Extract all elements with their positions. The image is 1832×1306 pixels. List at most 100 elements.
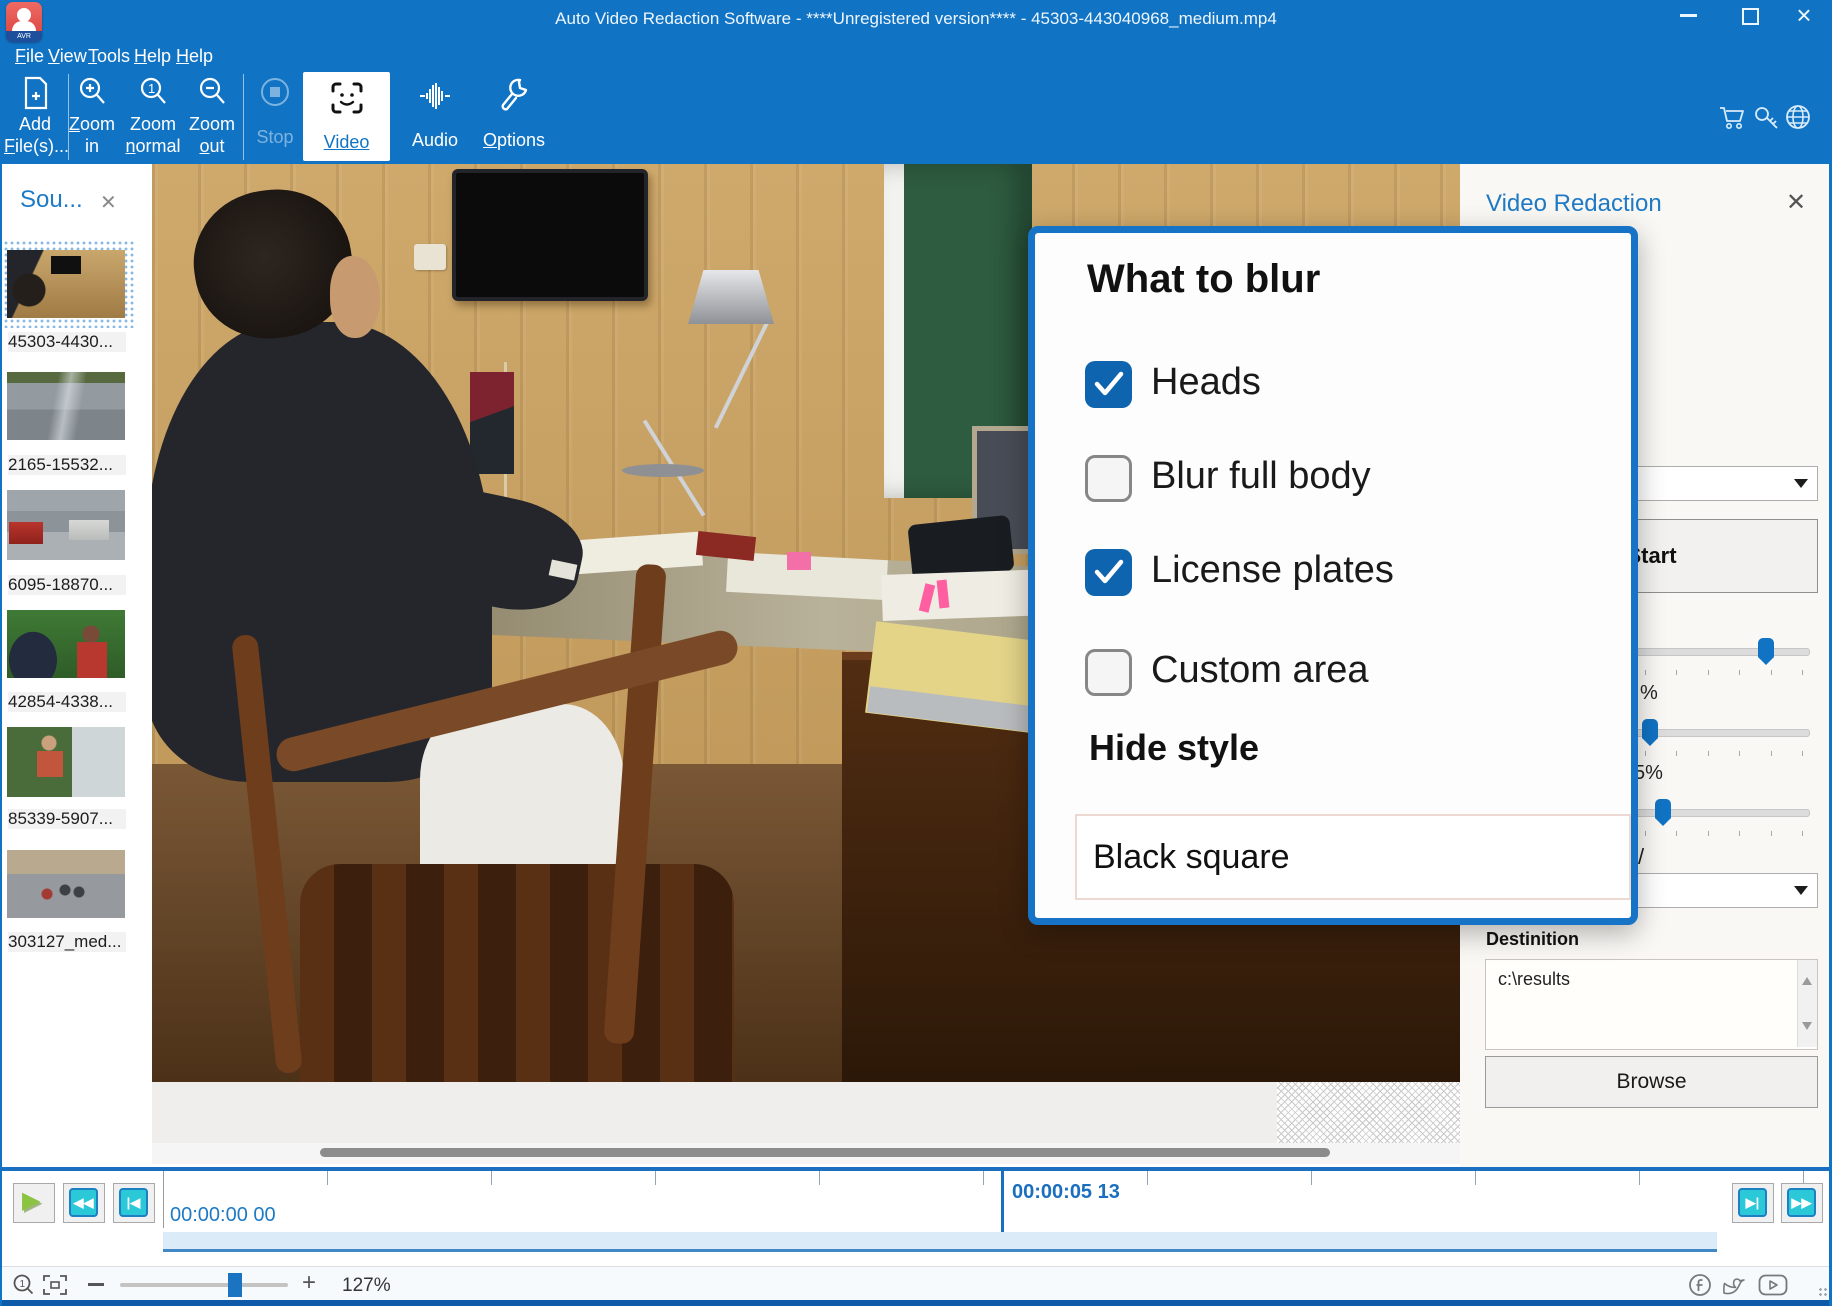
source-thumbnail-6[interactable] — [7, 850, 125, 918]
slider-2-value-fragment: 5% — [1634, 762, 1663, 785]
options-tab-button[interactable]: Options — [478, 72, 550, 164]
label-fragment-slash: / — [1638, 844, 1644, 870]
app-badge: AVR — [6, 31, 42, 42]
zoom-out-button[interactable]: Zoom out — [186, 72, 238, 164]
scroll-up-icon[interactable] — [1802, 972, 1812, 985]
blur-option-2-checkbox[interactable] — [1085, 549, 1132, 596]
resize-grip[interactable] — [1818, 1287, 1828, 1297]
cursor-time: 00:00:05 13 — [1012, 1181, 1120, 1204]
maximize-button[interactable] — [1742, 8, 1759, 25]
video-tab-button[interactable]: Video — [303, 72, 390, 161]
zoom-in-icon — [77, 76, 107, 108]
zoom-in-button[interactable]: Zoom in — [64, 72, 120, 164]
source-thumbnail-2[interactable] — [7, 372, 125, 440]
fast-forward-button[interactable]: ▶▶ — [1781, 1183, 1823, 1223]
video-tab-label: Video — [303, 132, 390, 153]
menu-help-2[interactable]: Help — [176, 44, 213, 68]
stop-icon — [259, 76, 291, 108]
svg-text:1: 1 — [148, 81, 155, 96]
play-button[interactable]: ▶ — [13, 1183, 55, 1223]
menu-tools[interactable]: Tools — [88, 44, 130, 68]
source-label-1: 45303-4430... — [8, 332, 126, 352]
sources-panel-close-icon[interactable]: ✕ — [100, 190, 117, 215]
menu-help[interactable]: Help — [134, 44, 171, 68]
fit-to-screen-icon[interactable] — [42, 1274, 68, 1296]
hide-style-value: Black square — [1093, 816, 1290, 898]
source-item-2[interactable]: 2165-15532... — [7, 372, 125, 440]
source-item-6[interactable]: 303127_med... — [7, 850, 125, 918]
source-label-5: 85339-5907... — [8, 809, 126, 829]
add-file-icon — [22, 76, 50, 110]
source-thumbnail-5[interactable] — [7, 727, 125, 797]
rewind-button[interactable]: ◀◀ — [63, 1183, 105, 1223]
current-time: 00:00:00 00 — [170, 1204, 276, 1227]
hide-style-dropdown[interactable]: Black square — [1075, 814, 1631, 900]
destination-scrollbar[interactable] — [1797, 960, 1817, 1047]
popup-title: What to blur — [1087, 257, 1320, 302]
twitter-icon[interactable] — [1722, 1274, 1750, 1296]
zoom-slider-thumb[interactable] — [228, 1273, 242, 1297]
add-files-button[interactable]: Add File(s)... — [4, 72, 66, 164]
waveform-icon — [418, 80, 452, 112]
timeline[interactable]: ▶ ◀◀ |◀ 00:00:00 00 00:00:05 13 ▶| ▶▶ — [0, 1171, 1832, 1232]
skip-start-icon: |◀ — [119, 1188, 148, 1217]
face-scan-icon — [330, 80, 364, 116]
panel-title: Video Redaction — [1486, 190, 1662, 218]
source-thumbnail-3[interactable] — [7, 490, 125, 560]
rewind-icon: ◀◀ — [69, 1188, 98, 1217]
facebook-icon[interactable] — [1688, 1273, 1712, 1297]
zoom-level: 127% — [342, 1275, 391, 1297]
zoom-out-icon — [197, 76, 227, 108]
source-item-5[interactable]: 85339-5907... — [7, 727, 125, 797]
zoom-reset-icon[interactable]: 1 — [12, 1273, 36, 1297]
play-icon: ▶ — [22, 1186, 40, 1215]
destination-textbox[interactable]: c:\results — [1485, 959, 1818, 1050]
horizontal-scrollbar[interactable] — [152, 1143, 1460, 1164]
browse-button[interactable]: Browse — [1485, 1056, 1818, 1108]
youtube-icon[interactable] — [1758, 1274, 1788, 1296]
slider-1-handle[interactable] — [1758, 638, 1774, 658]
skip-to-start-button[interactable]: |◀ — [113, 1183, 155, 1223]
zoom-normal-icon: 1 — [138, 76, 168, 108]
blur-option-1-checkbox[interactable] — [1085, 455, 1132, 502]
empty-canvas-hatch — [1277, 1082, 1460, 1143]
scroll-down-icon[interactable] — [1802, 1022, 1812, 1035]
zoom-normal-button[interactable]: 1 Zoom normal — [122, 72, 184, 164]
source-item-1[interactable]: 45303-4430... — [7, 250, 125, 318]
zoom-in-plus-icon[interactable]: + — [302, 1269, 316, 1297]
wrench-icon — [498, 76, 532, 112]
source-thumbnail-4[interactable] — [7, 610, 125, 678]
skip-end-icon: ▶| — [1738, 1188, 1767, 1217]
zoom-out-minus-icon[interactable] — [88, 1283, 104, 1286]
blur-option-0-checkbox[interactable] — [1085, 361, 1132, 408]
minimize-button[interactable] — [1680, 14, 1697, 17]
panel-close-icon[interactable]: ✕ — [1786, 188, 1806, 217]
source-label-6: 303127_med... — [8, 932, 126, 952]
source-thumbnail-1[interactable] — [7, 250, 125, 318]
key-icon[interactable] — [1752, 103, 1780, 131]
destination-path: c:\results — [1498, 969, 1570, 990]
source-item-4[interactable]: 42854-4338... — [7, 610, 125, 678]
chair-shape — [300, 864, 734, 1082]
menu-view[interactable]: View — [48, 44, 87, 68]
chevron-down-icon — [1794, 479, 1808, 495]
slider-2-handle[interactable] — [1642, 719, 1658, 739]
blur-option-3-checkbox[interactable] — [1085, 649, 1132, 696]
what-to-blur-popup: What to blur Heads Blur full body Licens… — [1028, 226, 1638, 925]
cart-icon[interactable] — [1718, 103, 1746, 131]
globe-icon[interactable] — [1784, 103, 1812, 131]
tv-shape — [452, 169, 648, 301]
stop-button: Stop — [250, 72, 300, 164]
skip-to-end-button[interactable]: ▶| — [1732, 1183, 1774, 1223]
close-button[interactable]: × — [1789, 0, 1819, 30]
svg-text:1: 1 — [20, 1279, 26, 1290]
source-item-3[interactable]: 6095-18870... — [7, 490, 125, 560]
slider-3-handle[interactable] — [1655, 799, 1671, 819]
source-label-2: 2165-15532... — [8, 455, 126, 475]
status-bar: 1 + 127% — [0, 1267, 1832, 1300]
audio-tab-button[interactable]: Audio — [405, 72, 465, 164]
horizontal-scrollbar-thumb[interactable] — [320, 1148, 1330, 1157]
zoom-slider[interactable] — [120, 1283, 288, 1287]
playhead[interactable] — [1001, 1171, 1004, 1232]
menu-file[interactable]: File — [15, 44, 44, 68]
